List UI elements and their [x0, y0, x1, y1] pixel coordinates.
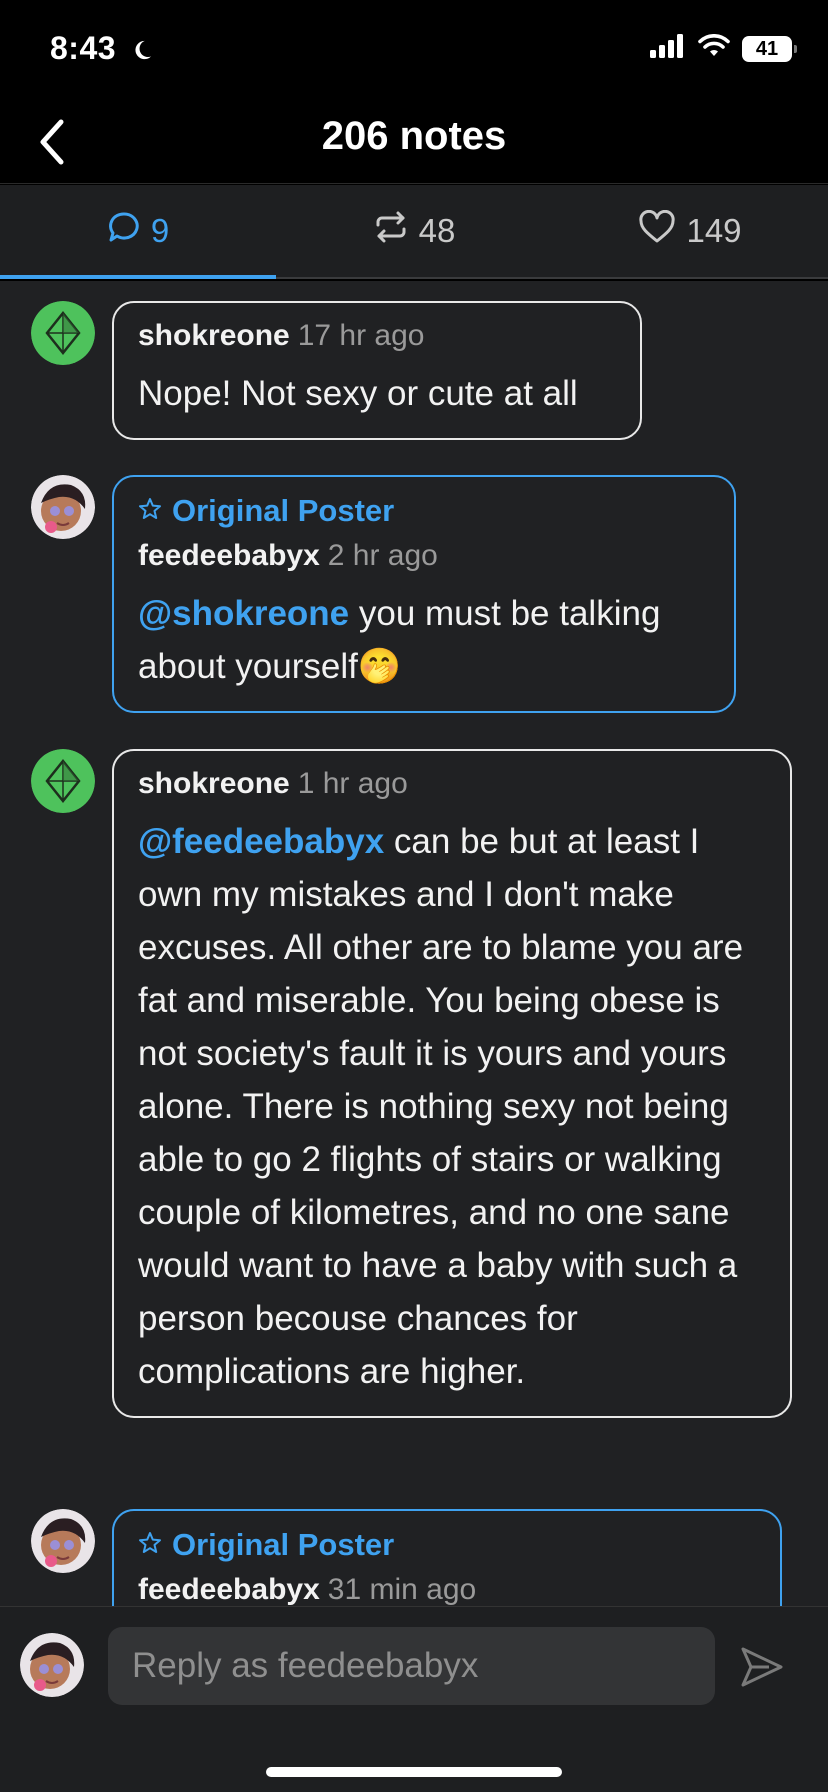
op-label: Original Poster: [172, 493, 395, 528]
note-username[interactable]: shokreone: [138, 319, 290, 352]
note-bubble: shokreone 1 hr ago @feedeebabyx can be bu…: [112, 749, 792, 1418]
notes-header: 206 notes: [0, 100, 828, 184]
note-text: @shokreone you must be talking about you…: [138, 587, 712, 693]
reply-composer: [0, 1606, 828, 1792]
send-button[interactable]: [732, 1637, 792, 1697]
green-diamond-avatar-icon: [31, 301, 95, 365]
note-text: Nope! Not sexy or cute at all: [138, 374, 578, 413]
note-meta: feedeebabyx 31 min ago: [138, 1573, 758, 1606]
reblog-icon: [373, 210, 409, 252]
avatar[interactable]: [31, 1509, 95, 1573]
tab-likes[interactable]: 149: [552, 185, 828, 277]
star-icon: [138, 1527, 162, 1563]
tab-reblogs[interactable]: 48: [276, 185, 552, 277]
note-meta: feedeebabyx 2 hr ago: [138, 539, 712, 573]
green-diamond-avatar-icon: [31, 749, 95, 813]
comment-icon: [107, 210, 141, 252]
original-poster-badge: Original Poster: [138, 1527, 758, 1563]
note-meta: shokreone 17 hr ago: [138, 319, 618, 353]
avatar[interactable]: [20, 1633, 84, 1697]
note-bubble: shokreone 17 hr ago Nope! Not sexy or cut…: [112, 301, 642, 440]
tab-reblogs-count: 48: [418, 212, 456, 249]
mention-link[interactable]: @shokreone: [138, 594, 349, 633]
cellular-signal-icon: [650, 34, 686, 63]
note-time: 31 min ago: [327, 1573, 477, 1606]
reply-input[interactable]: [108, 1627, 715, 1705]
status-time: 8:43: [50, 30, 153, 69]
avatar[interactable]: [31, 475, 95, 539]
note-bubble-op: Original Poster feedeebabyx 31 min ago: [112, 1509, 782, 1606]
battery-icon: 41: [742, 35, 797, 62]
note-time: 1 hr ago: [297, 767, 408, 800]
notes-tabs: 9 48 149: [0, 185, 828, 279]
page-title: 206 notes: [321, 114, 507, 158]
note-meta: shokreone 1 hr ago: [138, 767, 768, 801]
moon-icon: [131, 32, 153, 69]
original-poster-badge: Original Poster: [138, 493, 712, 529]
tab-replies-count: 9: [150, 212, 170, 249]
note-username[interactable]: feedeebabyx: [138, 539, 320, 572]
battery-level: 41: [755, 37, 779, 60]
note-username[interactable]: feedeebabyx: [138, 1573, 320, 1606]
mention-link[interactable]: @feedeebabyx: [138, 822, 384, 861]
tab-replies[interactable]: 9: [0, 185, 276, 279]
op-label: Original Poster: [172, 1527, 395, 1562]
wifi-icon: [698, 34, 730, 63]
star-icon: [138, 493, 162, 529]
note-bubble-op: Original Poster feedeebabyx 2 hr ago @sho…: [112, 475, 736, 713]
avatar[interactable]: [31, 749, 95, 813]
note-text-content: can be but at least I own my mistakes an…: [138, 822, 744, 1391]
notes-feed[interactable]: shokreone 17 hr ago Nope! Not sexy or cut…: [0, 281, 828, 1606]
heart-icon: [638, 209, 676, 252]
send-icon: [741, 1647, 783, 1687]
note-text: @feedeebabyx can be but at least I own m…: [138, 815, 768, 1398]
home-indicator: [266, 1767, 562, 1777]
avatar[interactable]: [31, 301, 95, 365]
note-time: 17 hr ago: [297, 319, 425, 352]
status-indicators: 41: [650, 34, 797, 63]
cartoon-avatar-icon: [31, 1509, 95, 1573]
note-time: 2 hr ago: [327, 539, 438, 572]
cartoon-avatar-icon: [31, 475, 95, 539]
cartoon-avatar-icon: [20, 1633, 84, 1697]
status-bar: 8:43 41: [0, 0, 828, 100]
note-username[interactable]: shokreone: [138, 767, 290, 800]
tab-likes-count: 149: [686, 212, 742, 249]
clock-text: 8:43: [50, 30, 117, 66]
